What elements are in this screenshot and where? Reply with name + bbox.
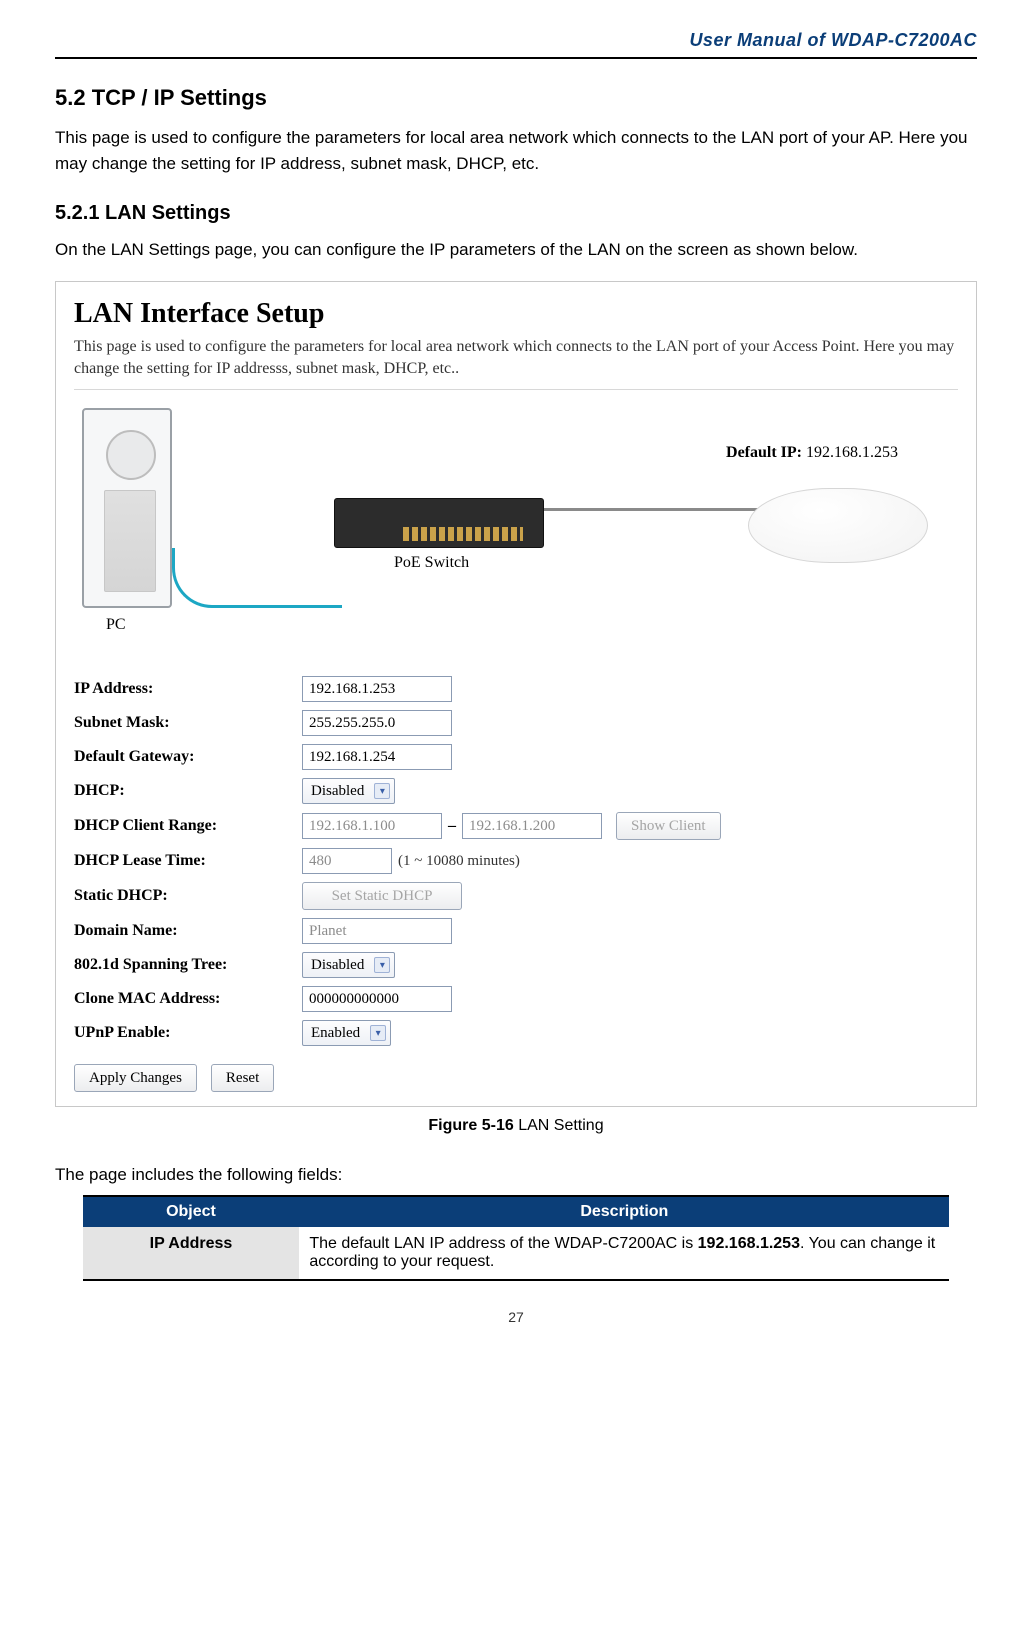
figure-description: This page is used to configure the param… [74, 336, 958, 379]
dhcp-select[interactable]: Disabled ▾ [302, 778, 395, 804]
ip-address-label: IP Address: [74, 680, 302, 698]
ip-address-input[interactable]: 192.168.1.253 [302, 676, 452, 702]
domain-name-input[interactable]: Planet [302, 918, 452, 944]
dhcp-label: DHCP: [74, 782, 302, 800]
dhcp-range-to-input[interactable]: 192.168.1.200 [462, 813, 602, 839]
table-row: IP Address The default LAN IP address of… [83, 1227, 950, 1280]
cable-pc-to-switch [172, 548, 342, 608]
fields-table: Object Description IP Address The defaul… [83, 1195, 950, 1281]
doc-header: User Manual of WDAP-C7200AC [55, 30, 977, 59]
row-object: IP Address [83, 1227, 300, 1280]
spanning-tree-value: Disabled [311, 957, 364, 974]
lan-form: IP Address: 192.168.1.253 Subnet Mask: 2… [74, 676, 958, 1092]
col-description-header: Description [299, 1196, 949, 1227]
row-desc-bold: 192.168.1.253 [698, 1235, 800, 1252]
default-gateway-label: Default Gateway: [74, 748, 302, 766]
row-desc-pre: The default LAN IP address of the WDAP-C… [309, 1235, 697, 1252]
default-ip-label: Default IP: [726, 444, 802, 461]
access-point-icon [748, 488, 928, 563]
row-description: The default LAN IP address of the WDAP-C… [299, 1227, 949, 1280]
poe-switch-icon [334, 498, 544, 548]
figure-caption-text: LAN Setting [514, 1117, 604, 1134]
domain-name-label: Domain Name: [74, 922, 302, 940]
upnp-value: Enabled [311, 1025, 360, 1042]
default-ip-value: 192.168.1.253 [806, 444, 898, 461]
default-gateway-input[interactable]: 192.168.1.254 [302, 744, 452, 770]
subsection-paragraph: On the LAN Settings page, you can config… [55, 237, 977, 263]
figure-caption-number: Figure 5-16 [428, 1117, 513, 1134]
page-number: 27 [55, 1309, 977, 1325]
range-dash: – [448, 817, 456, 835]
figure-screenshot: LAN Interface Setup This page is used to… [55, 281, 977, 1107]
topology-diagram: PC PoE Switch Default IP: 192.168.1.253 [74, 408, 958, 658]
spanning-tree-select[interactable]: Disabled ▾ [302, 952, 395, 978]
upnp-select[interactable]: Enabled ▾ [302, 1020, 391, 1046]
show-client-button[interactable]: Show Client [616, 812, 721, 840]
dhcp-lease-input[interactable]: 480 [302, 848, 392, 874]
figure-title: LAN Interface Setup [74, 298, 958, 330]
dhcp-range-label: DHCP Client Range: [74, 817, 302, 835]
static-dhcp-label: Static DHCP: [74, 887, 302, 905]
poe-switch-label: PoE Switch [394, 554, 469, 572]
dhcp-range-from-input[interactable]: 192.168.1.100 [302, 813, 442, 839]
figure-caption: Figure 5-16 LAN Setting [55, 1117, 977, 1135]
apply-changes-button[interactable]: Apply Changes [74, 1064, 197, 1092]
set-static-dhcp-button[interactable]: Set Static DHCP [302, 882, 462, 910]
section-paragraph: This page is used to configure the param… [55, 125, 977, 178]
spanning-tree-label: 802.1d Spanning Tree: [74, 956, 302, 974]
reset-button[interactable]: Reset [211, 1064, 274, 1092]
fields-intro: The page includes the following fields: [55, 1165, 977, 1185]
pc-icon [82, 408, 172, 608]
subnet-mask-input[interactable]: 255.255.255.0 [302, 710, 452, 736]
upnp-label: UPnP Enable: [74, 1024, 302, 1042]
dhcp-lease-label: DHCP Lease Time: [74, 852, 302, 870]
dhcp-lease-hint: (1 ~ 10080 minutes) [398, 853, 520, 870]
default-ip-badge: Default IP: 192.168.1.253 [726, 444, 898, 462]
cable-switch-to-ap [544, 508, 764, 511]
section-heading: 5.2 TCP / IP Settings [55, 85, 977, 111]
subsection-heading: 5.2.1 LAN Settings [55, 202, 977, 225]
dhcp-select-value: Disabled [311, 783, 364, 800]
clone-mac-input[interactable]: 000000000000 [302, 986, 452, 1012]
chevron-down-icon: ▾ [374, 783, 390, 799]
col-object-header: Object [83, 1196, 300, 1227]
pc-label: PC [106, 616, 126, 634]
figure-divider [74, 389, 958, 390]
subnet-mask-label: Subnet Mask: [74, 714, 302, 732]
chevron-down-icon: ▾ [374, 957, 390, 973]
clone-mac-label: Clone MAC Address: [74, 990, 302, 1008]
chevron-down-icon: ▾ [370, 1025, 386, 1041]
